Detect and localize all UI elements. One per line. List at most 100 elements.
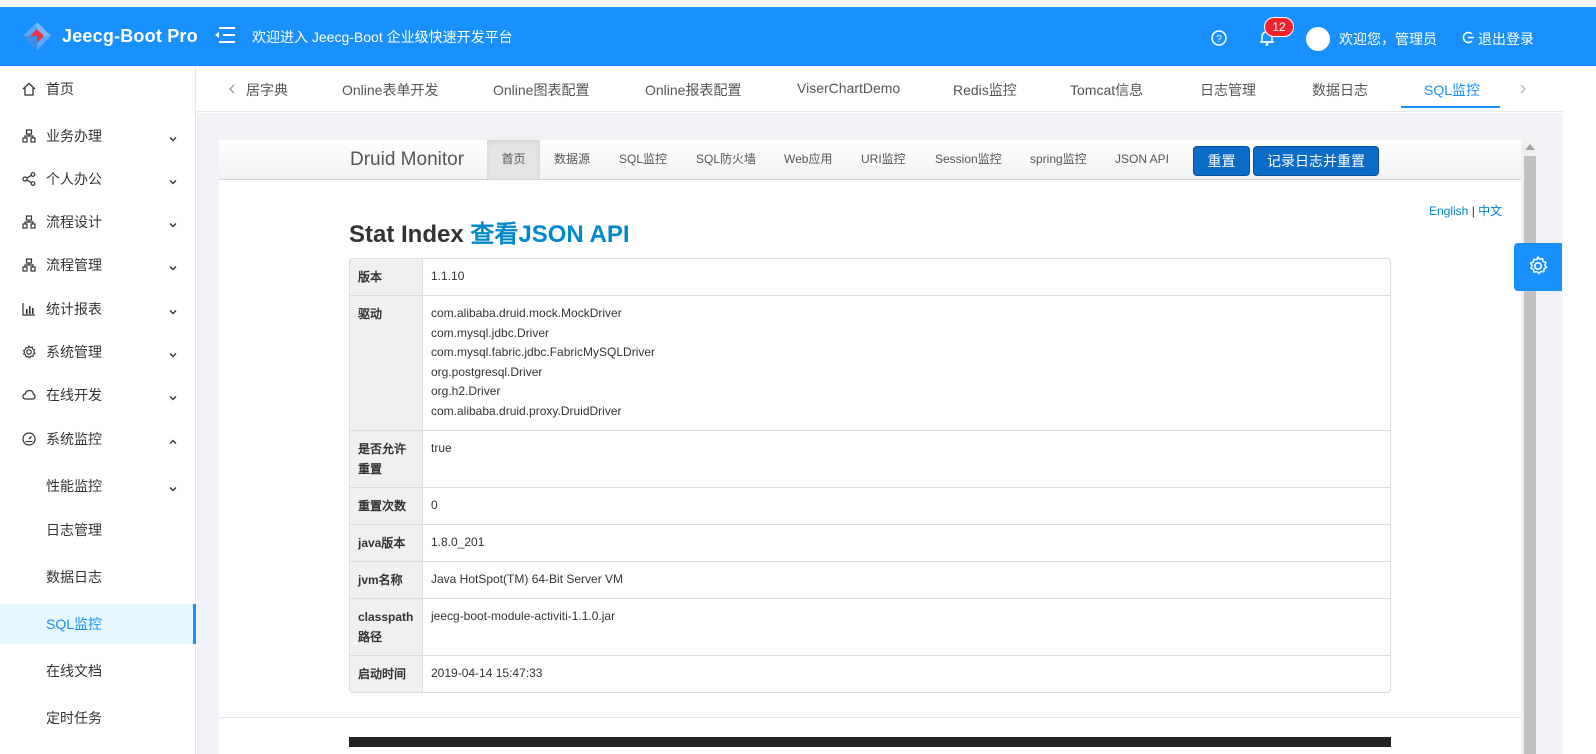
page-scrollbar[interactable] (1563, 66, 1596, 754)
chevron-down-icon (168, 260, 178, 271)
json-api-link[interactable]: 查看JSON API (470, 221, 629, 248)
sidebar-item-reports[interactable]: 统计报表 (0, 289, 196, 329)
sidebar: 首页 业务办理 个人办公 流程设计 流程管理 统计报表 系统管理 在线开发 系统… (0, 66, 196, 754)
sidebar-item-system[interactable]: 系统管理 (0, 332, 196, 372)
sidebar-item-monitor[interactable]: 系统监控 (0, 419, 196, 459)
tab-online-report[interactable]: Online报表配置 (645, 80, 741, 100)
cloud-icon (22, 388, 36, 402)
table-row: java版本 1.8.0_201 (350, 523, 1390, 561)
tab-data-logs[interactable]: 数据日志 (1312, 80, 1368, 100)
tab-redis[interactable]: Redis监控 (953, 80, 1017, 100)
sidebar-item-performance[interactable]: 性能监控 (0, 466, 196, 506)
sidebar-item-home[interactable]: 首页 (0, 69, 196, 109)
sidebar-item-label: 流程管理 (46, 257, 102, 273)
sidebar-item-label: 性能监控 (46, 478, 102, 494)
page-title: Stat Index 查看JSON API (349, 214, 630, 249)
tab-tomcat[interactable]: Tomcat信息 (1070, 80, 1143, 100)
tab-online-chart[interactable]: Online图表配置 (493, 80, 589, 100)
row-value: 2019-04-14 15:47:33 (431, 665, 543, 680)
sidebar-item-business[interactable]: 业务办理 (0, 116, 196, 156)
druid-nav-web[interactable]: Web应用 (771, 140, 845, 179)
sidebar-item-online-dev[interactable]: 在线开发 (0, 375, 196, 415)
active-tab-indicator (1401, 106, 1500, 108)
chevron-right-icon[interactable] (1518, 83, 1528, 95)
logo[interactable]: Jeecg-Boot Pro (22, 21, 198, 51)
sidebar-item-logs[interactable]: 日志管理 (0, 510, 196, 550)
sidebar-item-label: 首页 (46, 81, 74, 97)
language-switcher: English | 中文 (1429, 202, 1502, 219)
druid-nav-json-api[interactable]: JSON API (1102, 140, 1182, 179)
row-key: 是否允许重置 (350, 430, 423, 487)
sidebar-item-process-design[interactable]: 流程设计 (0, 202, 196, 242)
sidebar-item-label: 定时任务 (46, 710, 102, 726)
logo-icon (22, 21, 52, 51)
help-icon[interactable]: ? (1210, 29, 1228, 47)
sidebar-item-sql-monitor[interactable]: SQL监控 (0, 604, 196, 644)
sidebar-item-data-logs[interactable]: 数据日志 (0, 557, 196, 597)
chevron-down-icon (168, 174, 178, 185)
welcome-title: 欢迎进入 Jeecg-Boot 企业级快速开发平台 (252, 29, 513, 45)
druid-nav-datasource[interactable]: 数据源 (541, 140, 603, 179)
druid-brand[interactable]: Druid Monitor (350, 149, 464, 171)
chevron-down-icon (168, 304, 178, 315)
tab-logs[interactable]: 日志管理 (1200, 80, 1256, 100)
table-row: 驱动 com.alibaba.druid.mock.MockDriver com… (350, 295, 1390, 430)
chevron-down-icon (168, 217, 178, 228)
chevron-down-icon (168, 481, 178, 492)
sidebar-item-personal[interactable]: 个人办公 (0, 159, 196, 199)
row-key: jvm名称 (350, 561, 423, 598)
divider (219, 717, 1521, 718)
table-row: 版本 1.1.10 (350, 259, 1390, 295)
table-row: classpath路径 jeecg-boot-module-activiti-1… (350, 597, 1390, 655)
sidebar-item-online-docs[interactable]: 在线文档 (0, 651, 196, 691)
row-value: true (431, 440, 452, 455)
stat-index-title: Stat Index (349, 221, 464, 248)
row-value: com.alibaba.druid.mock.MockDriver com.my… (431, 306, 656, 418)
sidebar-item-label: 流程设计 (46, 214, 102, 230)
sidebar-item-label: 在线开发 (46, 387, 102, 403)
user-greeting[interactable]: 欢迎您，管理员 (1339, 29, 1437, 49)
avatar[interactable] (1306, 27, 1330, 51)
row-value: 1.1.10 (431, 269, 465, 283)
svg-text:?: ? (1216, 34, 1222, 45)
menu-fold-icon[interactable] (214, 25, 236, 45)
settings-drawer-button[interactable] (1514, 243, 1562, 291)
table-row: 启动时间 2019-04-14 15:47:33 (350, 654, 1390, 692)
stat-table: 版本 1.1.10 驱动 com.alibaba.druid.mock.Mock… (349, 258, 1391, 693)
top-header: Jeecg-Boot Pro 欢迎进入 Jeecg-Boot 企业级快速开发平台… (0, 7, 1596, 66)
druid-nav-firewall[interactable]: SQL防火墙 (683, 140, 769, 179)
tab-dict[interactable]: 居字典 (246, 80, 288, 100)
druid-nav-home[interactable]: 首页 (487, 140, 540, 179)
tab-viser-chart[interactable]: ViserChartDemo (797, 80, 900, 96)
druid-nav-uri[interactable]: URI监控 (848, 140, 919, 179)
row-value: jeecg-boot-module-activiti-1.1.0.jar (431, 608, 616, 623)
row-value: Java HotSpot(TM) 64-Bit Server VM (431, 571, 624, 586)
lang-separator: | (1471, 204, 1475, 218)
log-and-reset-button[interactable]: 记录日志并重置 (1253, 146, 1379, 176)
chevron-down-icon (168, 131, 178, 142)
druid-nav-spring[interactable]: spring监控 (1017, 140, 1100, 179)
sidebar-item-label: SQL监控 (46, 616, 103, 632)
row-key: java版本 (350, 524, 423, 561)
sidebar-item-scheduled-tasks[interactable]: 定时任务 (0, 698, 196, 738)
druid-nav-sql[interactable]: SQL监控 (606, 140, 680, 179)
scroll-up-arrow-icon[interactable] (1525, 144, 1535, 150)
chevron-down-icon (168, 390, 178, 401)
sidebar-item-label: 数据日志 (46, 569, 102, 585)
reset-button[interactable]: 重置 (1193, 146, 1250, 176)
row-value: 1.8.0_201 (431, 534, 485, 549)
lang-chinese-link[interactable]: 中文 (1478, 204, 1502, 218)
logout-button[interactable]: 退出登录 (1462, 29, 1534, 49)
sidebar-item-label: 个人办公 (46, 171, 102, 187)
notification-badge: 12 (1264, 17, 1294, 37)
home-icon (22, 82, 36, 96)
sidebar-item-process-manage[interactable]: 流程管理 (0, 245, 196, 285)
sidebar-item-label: 业务办理 (46, 128, 102, 144)
druid-nav-session[interactable]: Session监控 (922, 140, 1015, 179)
table-row: 是否允许重置 true (350, 429, 1390, 487)
chevron-left-icon[interactable] (227, 83, 237, 95)
druid-navbar: Druid Monitor 首页 数据源 SQL监控 SQL防火墙 Web应用 … (219, 140, 1521, 180)
lang-english-link[interactable]: English (1429, 204, 1468, 218)
tab-online-form[interactable]: Online表单开发 (342, 80, 438, 100)
tab-sql-monitor[interactable]: SQL监控 (1424, 80, 1480, 100)
